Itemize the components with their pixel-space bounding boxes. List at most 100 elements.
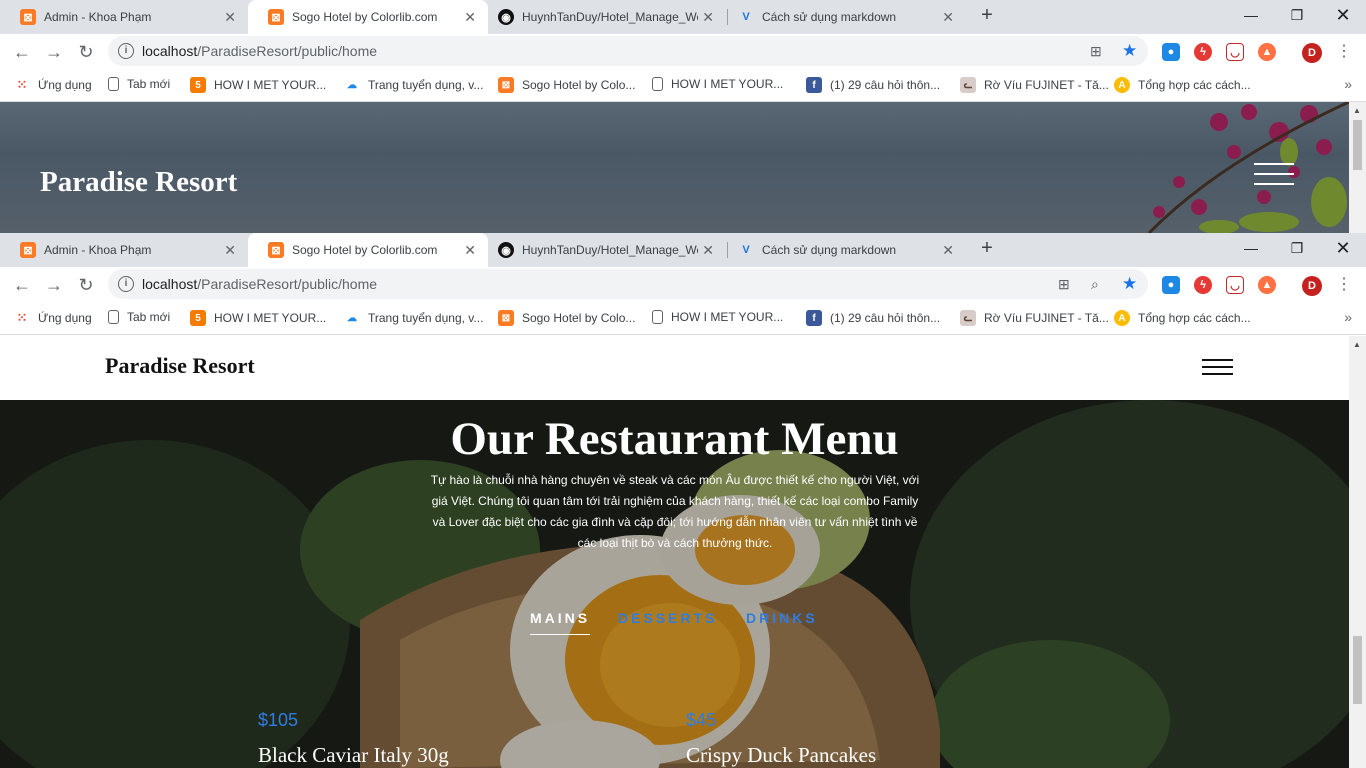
bookmark-himym-2[interactable]: HOW I MET YOUR... xyxy=(652,310,783,324)
extension-pocket-icon[interactable]: ◡ xyxy=(1226,43,1244,61)
reload-icon[interactable]: ↻ xyxy=(74,273,98,297)
xampp-icon: ⊠ xyxy=(20,242,36,258)
menu-item-price: $45 xyxy=(686,710,717,730)
bookmark-star-icon[interactable]: ★ xyxy=(1122,41,1137,61)
bookmark-tong-hop[interactable]: A Tổng hợp các cách... xyxy=(1114,77,1251,93)
new-tab-button[interactable]: + xyxy=(976,4,998,30)
url-text[interactable]: localhost/ParadiseResort/public/home xyxy=(142,43,377,59)
bookmark-star-icon[interactable]: ★ xyxy=(1122,274,1137,294)
tab-github[interactable]: ◉ HuynhTanDuy/Hotel_Manage_We ✕ xyxy=(488,0,728,34)
bookmark-fujinet[interactable]: ᓚ Rờ Víu FUJINET - Tă... xyxy=(960,77,1109,93)
close-window-button[interactable]: ✕ xyxy=(1320,0,1366,32)
menu-dots-icon[interactable]: ⋮ xyxy=(1332,40,1356,64)
close-icon[interactable]: ✕ xyxy=(702,242,714,259)
info-icon[interactable]: i xyxy=(118,276,134,292)
tab-drinks[interactable]: DRINKS xyxy=(746,610,818,626)
close-icon[interactable]: ✕ xyxy=(464,242,476,259)
address-bar[interactable]: i localhost/ParadiseResort/public/home ⊞… xyxy=(108,36,1148,66)
profile-avatar[interactable]: D xyxy=(1302,43,1322,63)
extension-drop-icon[interactable]: ● xyxy=(1162,276,1180,294)
bookmark-apps[interactable]: ⁙ Ứng dụng xyxy=(14,77,92,93)
page-icon xyxy=(108,310,119,324)
address-bar[interactable]: i localhost/ParadiseResort/public/home ⊞… xyxy=(108,269,1148,299)
extension-fire-icon[interactable]: ▲ xyxy=(1258,276,1276,294)
reload-icon[interactable]: ↻ xyxy=(74,40,98,64)
extension-pocket-icon[interactable]: ◡ xyxy=(1226,276,1244,294)
tab-desserts[interactable]: DESSERTS xyxy=(618,610,717,626)
tab-markdown[interactable]: V Cách sử dụng markdown ✕ xyxy=(728,0,968,34)
close-icon[interactable]: ✕ xyxy=(702,9,714,26)
bookmark-himym-2[interactable]: HOW I MET YOUR... xyxy=(652,77,783,91)
scroll-thumb[interactable] xyxy=(1353,120,1362,170)
bookmark-tong-hop[interactable]: A Tổng hợp các cách... xyxy=(1114,310,1251,326)
scroll-up-icon[interactable]: ▲ xyxy=(1353,106,1361,115)
close-icon[interactable]: ✕ xyxy=(224,242,236,259)
bookmark-fujinet[interactable]: ᓚ Rờ Víu FUJINET - Tă... xyxy=(960,310,1109,326)
extension-bolt-icon[interactable]: ϟ xyxy=(1194,276,1212,294)
profile-avatar[interactable]: D xyxy=(1302,276,1322,296)
tab-admin[interactable]: ⊠ Admin - Khoa Phạm ✕ xyxy=(0,233,248,267)
bookmark-tuyen-dung[interactable]: ☁ Trang tuyển dụng, v... xyxy=(344,310,483,326)
extension-fire-icon[interactable]: ▲ xyxy=(1258,43,1276,61)
translate-icon[interactable]: ⊞ xyxy=(1090,43,1102,60)
maximize-button[interactable]: ❐ xyxy=(1274,233,1320,265)
html-icon: 5 xyxy=(190,310,206,326)
close-icon[interactable]: ✕ xyxy=(224,9,236,26)
scroll-thumb[interactable] xyxy=(1353,636,1362,704)
bookmark-sogo[interactable]: ⊠ Sogo Hotel by Colo... xyxy=(498,310,635,326)
xampp-icon: ⊠ xyxy=(268,9,284,25)
menu-dots-icon[interactable]: ⋮ xyxy=(1332,273,1356,297)
bookmark-facebook[interactable]: f (1) 29 câu hỏi thôn... xyxy=(806,310,940,326)
close-window-button[interactable]: ✕ xyxy=(1320,233,1366,265)
page-icon xyxy=(108,77,119,91)
maximize-button[interactable]: ❐ xyxy=(1274,0,1320,32)
tab-markdown[interactable]: V Cách sử dụng markdown ✕ xyxy=(728,233,968,267)
bookmark-himym-1[interactable]: 5 HOW I MET YOUR... xyxy=(190,310,326,326)
info-icon[interactable]: i xyxy=(118,43,134,59)
bookmark-sogo[interactable]: ⊠ Sogo Hotel by Colo... xyxy=(498,77,635,93)
close-icon[interactable]: ✕ xyxy=(942,9,954,26)
back-icon[interactable]: ← xyxy=(10,40,34,64)
xampp-icon: ⊠ xyxy=(498,310,514,326)
hamburger-menu-icon[interactable] xyxy=(1202,359,1233,383)
tab-mains[interactable]: MAINS xyxy=(530,610,591,635)
close-icon[interactable]: ✕ xyxy=(464,9,476,26)
xampp-icon: ⊠ xyxy=(20,9,36,25)
browser-window-front: ⊠ Admin - Khoa Phạm ✕ ⊠ Sogo Hotel by Co… xyxy=(0,233,1366,335)
forward-icon[interactable]: → xyxy=(42,40,66,64)
bookmark-new-tab[interactable]: Tab mới xyxy=(108,77,170,91)
hero-brand[interactable]: Paradise Resort xyxy=(40,166,237,199)
hero-banner: Paradise Resort xyxy=(0,102,1349,233)
site-brand[interactable]: Paradise Resort xyxy=(105,353,255,379)
page-scrollbar-back[interactable]: ▲ xyxy=(1349,102,1366,233)
hamburger-menu-icon[interactable] xyxy=(1254,163,1294,187)
tab-github[interactable]: ◉ HuynhTanDuy/Hotel_Manage_We ✕ xyxy=(488,233,728,267)
back-icon[interactable]: ← xyxy=(10,273,34,297)
bookmarks-more-icon[interactable]: » xyxy=(1344,309,1352,325)
tab-sogo[interactable]: ⊠ Sogo Hotel by Colorlib.com ✕ xyxy=(248,233,488,267)
bookmark-himym-1[interactable]: 5 HOW I MET YOUR... xyxy=(190,77,326,93)
minimize-button[interactable]: — xyxy=(1228,0,1274,32)
new-tab-button[interactable]: + xyxy=(976,237,998,263)
page-scrollbar-front[interactable]: ▲ xyxy=(1349,336,1366,768)
scroll-up-icon[interactable]: ▲ xyxy=(1353,340,1361,349)
zoom-icon[interactable]: ⌕ xyxy=(1091,276,1099,293)
bookmarks-bar: ⁙ Ứng dụng Tab mới 5 HOW I MET YOUR... ☁ Tr… xyxy=(0,303,1366,335)
url-text[interactable]: localhost/ParadiseResort/public/home xyxy=(142,276,377,292)
close-icon[interactable]: ✕ xyxy=(942,242,954,259)
bookmark-tuyen-dung[interactable]: ☁ Trang tuyển dụng, v... xyxy=(344,77,483,93)
extension-bolt-icon[interactable]: ϟ xyxy=(1194,43,1212,61)
browser-toolbar: ← → ↻ i localhost/ParadiseResort/public/… xyxy=(0,34,1366,70)
tab-admin[interactable]: ⊠ Admin - Khoa Phạm ✕ xyxy=(0,0,248,34)
tab-sogo[interactable]: ⊠ Sogo Hotel by Colorlib.com ✕ xyxy=(248,0,488,34)
extension-drop-icon[interactable]: ● xyxy=(1162,43,1180,61)
github-icon: ◉ xyxy=(498,242,514,258)
bookmark-apps[interactable]: ⁙ Ứng dụng xyxy=(14,310,92,326)
translate-icon[interactable]: ⊞ xyxy=(1058,276,1070,293)
forward-icon[interactable]: → xyxy=(42,273,66,297)
bookmarks-more-icon[interactable]: » xyxy=(1344,76,1352,92)
minimize-button[interactable]: — xyxy=(1228,233,1274,265)
restaurant-menu-section: Our Restaurant Menu Tự hào là chuỗi nhà … xyxy=(0,400,1349,768)
bookmark-facebook[interactable]: f (1) 29 câu hỏi thôn... xyxy=(806,77,940,93)
bookmark-new-tab[interactable]: Tab mới xyxy=(108,310,170,324)
